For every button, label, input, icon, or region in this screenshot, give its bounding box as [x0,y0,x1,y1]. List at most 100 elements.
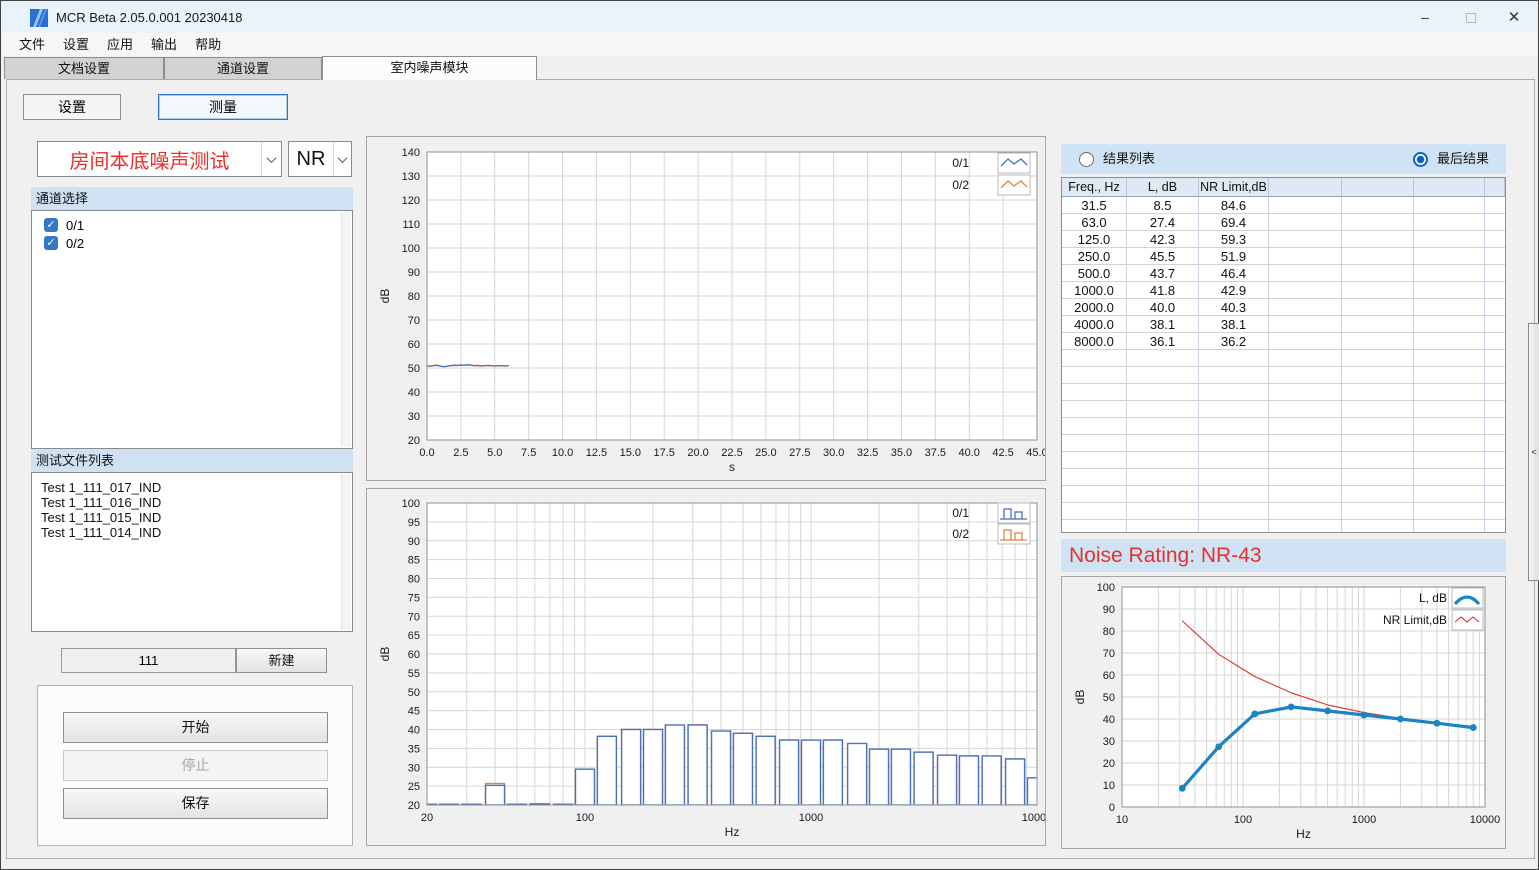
menu-item-output[interactable]: 输出 [142,33,186,56]
menu-item-settings[interactable]: 设置 [54,33,98,56]
stop-button[interactable]: 停止 [63,750,328,781]
table-cell: 41.8 [1127,282,1199,299]
table-row [1062,401,1505,418]
table-cell [1269,333,1342,350]
rating-type-select[interactable]: NR [288,141,352,177]
channel-row[interactable]: ✓0/2 [44,235,84,251]
channel-row[interactable]: ✓0/1 [44,217,84,233]
table-row: 1000.041.842.9 [1062,282,1505,299]
channel-list[interactable]: ✓0/1 ✓0/2 [31,210,353,449]
menu-item-help[interactable]: 帮助 [186,33,230,56]
table-cell [1199,367,1269,384]
table-cell [1269,282,1342,299]
menu-item-application[interactable]: 应用 [98,33,142,56]
table-cell [1269,265,1342,282]
file-list[interactable]: Test 1_111_017_INDTest 1_111_016_INDTest… [31,472,353,632]
table-cell [1127,367,1199,384]
svg-text:95: 95 [408,517,420,529]
new-button[interactable]: 新建 [236,648,327,673]
table-row: 8000.036.136.2 [1062,333,1505,350]
svg-text:17.5: 17.5 [654,447,675,459]
svg-text:10.0: 10.0 [552,447,573,459]
subtab-settings[interactable]: 设置 [23,94,121,120]
file-list-item[interactable]: Test 1_111_017_IND [41,480,161,495]
maximize-button[interactable] [1448,2,1494,33]
svg-text:1000: 1000 [1352,814,1376,826]
table-cell [1342,282,1414,299]
subtab-measure[interactable]: 测量 [158,94,288,120]
table-cell: 2000.0 [1062,299,1127,316]
svg-text:10: 10 [1116,814,1128,826]
table-cell: 36.2 [1199,333,1269,350]
collapse-panel-button[interactable]: < [1528,323,1539,581]
table-cell [1414,418,1485,435]
table-cell [1062,469,1127,486]
svg-text:65: 65 [408,630,420,642]
table-cell [1414,197,1485,214]
svg-text:50: 50 [1103,692,1115,704]
table-cell [1485,197,1505,214]
svg-text:2.5: 2.5 [453,447,468,459]
svg-text:45.0: 45.0 [1026,447,1045,459]
svg-text:85: 85 [408,555,420,567]
svg-text:dB: dB [378,647,392,662]
table-cell [1199,452,1269,469]
table-cell [1269,503,1342,520]
table-cell: 43.7 [1127,265,1199,282]
table-cell: 250.0 [1062,248,1127,265]
table-cell: 27.4 [1127,214,1199,231]
table-cell [1342,231,1414,248]
table-cell [1342,214,1414,231]
table-row [1062,367,1505,384]
svg-text:0/2: 0/2 [952,178,969,192]
close-button[interactable]: ✕ [1491,2,1537,33]
test-type-value: 房间本底噪声测试 [38,142,261,176]
scrollbar-track[interactable] [341,474,351,630]
table-row [1062,452,1505,469]
table-row [1062,469,1505,486]
file-list-item[interactable]: Test 1_111_014_IND [41,525,161,540]
table-cell [1342,401,1414,418]
minimize-button[interactable]: – [1402,2,1448,33]
tab-channel-settings[interactable]: 通道设置 [164,57,322,79]
table-cell [1269,452,1342,469]
table-cell [1485,350,1505,367]
svg-text:20: 20 [408,800,420,812]
file-name-input[interactable]: 111 [61,648,236,673]
table-cell [1342,469,1414,486]
start-button[interactable]: 开始 [63,712,328,743]
last-result-radio[interactable] [1413,152,1428,167]
scrollbar-track[interactable] [341,212,351,447]
svg-text:60: 60 [1103,670,1115,682]
chevron-down-icon[interactable] [333,142,351,176]
svg-text:0/1: 0/1 [952,506,969,520]
svg-text:42.5: 42.5 [992,447,1013,459]
table-cell [1342,503,1414,520]
chevron-down-icon[interactable] [261,142,281,176]
nr-chart: 010203040506070809010010100100010000dBHz… [1061,576,1506,849]
table-cell [1199,469,1269,486]
table-cell [1342,418,1414,435]
table-cell [1485,248,1505,265]
checkbox-checked-icon[interactable]: ✓ [44,218,58,232]
save-button[interactable]: 保存 [63,788,328,819]
table-cell [1199,486,1269,503]
menu-bar: 文件设置应用输出帮助 [2,33,1537,56]
table-cell [1342,435,1414,452]
table-cell [1414,503,1485,520]
checkbox-checked-icon[interactable]: ✓ [44,236,58,250]
file-list-item[interactable]: Test 1_111_016_IND [41,495,161,510]
table-cell [1414,248,1485,265]
tab-document-settings[interactable]: 文档设置 [4,57,164,79]
table-cell [1414,367,1485,384]
table-cell [1485,214,1505,231]
file-list-item[interactable]: Test 1_111_015_IND [41,510,161,525]
result-list-radio[interactable] [1079,152,1094,167]
svg-text:dB: dB [378,289,392,304]
svg-text:30: 30 [408,411,420,423]
table-cell [1414,282,1485,299]
tab-indoor-noise[interactable]: 室内噪声模块 [322,56,537,80]
table-cell [1342,452,1414,469]
menu-item-file[interactable]: 文件 [10,33,54,56]
test-type-select[interactable]: 房间本底噪声测试 [37,141,282,177]
